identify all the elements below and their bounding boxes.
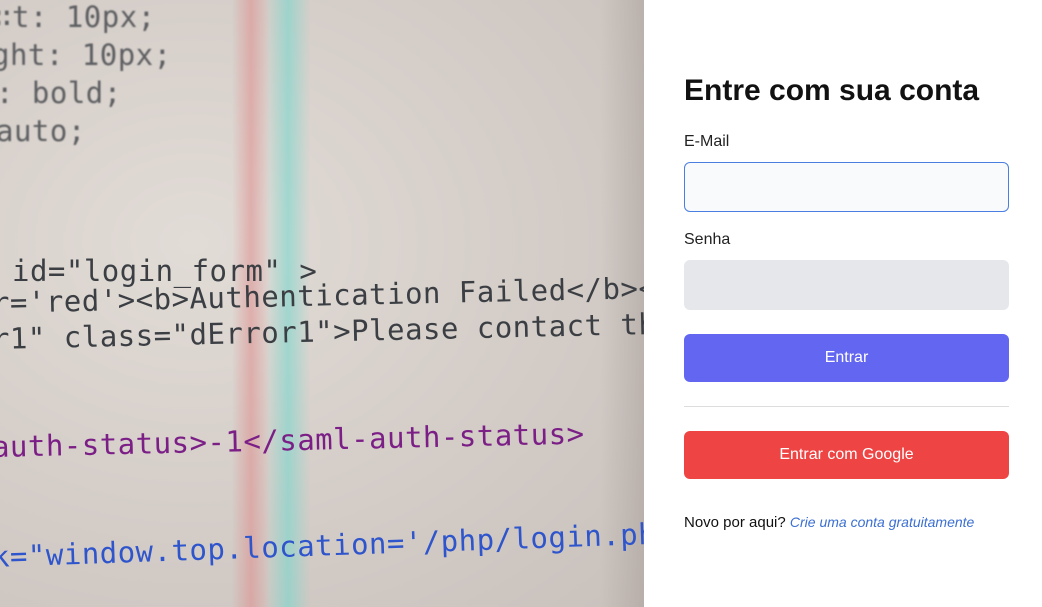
code-line-3: : bold; bbox=[0, 76, 122, 110]
login-title: Entre com sua conta bbox=[684, 74, 980, 107]
email-input[interactable] bbox=[684, 162, 1009, 212]
email-label: E-Mail bbox=[684, 133, 730, 150]
password-label: Senha bbox=[684, 231, 731, 248]
signup-link[interactable]: Crie uma conta gratuitamente bbox=[790, 514, 974, 530]
divider bbox=[684, 406, 1009, 407]
google-signin-button[interactable]: Entrar com Google bbox=[684, 431, 1009, 479]
password-input[interactable] bbox=[684, 260, 1009, 310]
signup-prompt: Novo por aqui? bbox=[684, 514, 786, 531]
hero-code-image: ∷t: 10px; ght: 10px; : bold; auto; id="l… bbox=[0, 0, 644, 607]
signup-row: Novo por aqui? Crie uma conta gratuitame… bbox=[684, 514, 974, 531]
code-line-8: auth-status>-1</saml-auth-status> bbox=[0, 416, 585, 464]
code-line-9: k="window.top.location='/php/login.php bbox=[0, 516, 644, 574]
code-line-2: ght: 10px; bbox=[0, 38, 172, 72]
code-line-1: ∷t: 10px; bbox=[0, 0, 156, 34]
submit-button[interactable]: Entrar bbox=[684, 334, 1009, 382]
code-line-4: auto; bbox=[0, 114, 86, 148]
login-panel: Entre com sua conta E-Mail Senha Entrar … bbox=[644, 0, 1042, 607]
